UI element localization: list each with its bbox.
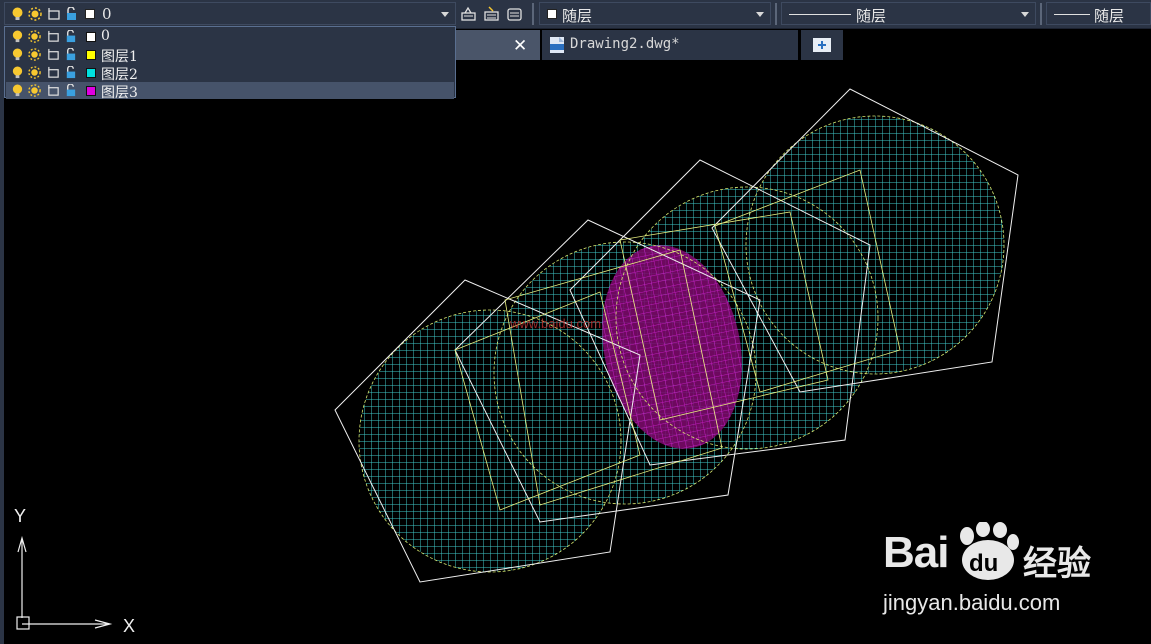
baidu-paw-text: du bbox=[969, 550, 999, 577]
lightbulb-icon[interactable] bbox=[11, 66, 24, 79]
layer-previous-icon[interactable] bbox=[460, 5, 477, 22]
canvas-watermark: www.baidu.com bbox=[509, 316, 601, 331]
line-sample bbox=[1054, 14, 1090, 15]
unlock-icon bbox=[67, 7, 76, 20]
layer-color-swatch bbox=[85, 9, 95, 19]
layer-name: 0 bbox=[101, 28, 110, 44]
layer-color-swatch bbox=[86, 86, 96, 96]
layer-combo[interactable]: 0 bbox=[4, 2, 456, 25]
sun-icon[interactable] bbox=[28, 30, 41, 43]
dwg-file-icon bbox=[550, 37, 564, 53]
toolbar-separator bbox=[532, 3, 534, 25]
ucs-x-label: X bbox=[123, 616, 135, 636]
chevron-down-icon[interactable] bbox=[756, 12, 764, 17]
print-icon[interactable] bbox=[47, 66, 60, 79]
tab-drawing1[interactable]: ✕ bbox=[456, 30, 540, 60]
sun-icon[interactable] bbox=[28, 84, 41, 97]
layer-name: 图层3 bbox=[101, 85, 138, 101]
layer-row[interactable]: 图层1 bbox=[6, 46, 454, 65]
toolbar-separator bbox=[775, 3, 777, 25]
tab-drawing2[interactable]: Drawing2.dwg* bbox=[542, 30, 798, 60]
current-layer-name: 0 bbox=[102, 5, 112, 23]
ucs-y-label: Y bbox=[14, 506, 26, 526]
chevron-down-icon[interactable] bbox=[441, 12, 449, 17]
sun-icon[interactable] bbox=[28, 66, 41, 79]
layer-state-icon[interactable] bbox=[506, 5, 523, 22]
baidu-product-text: 经验 bbox=[1023, 544, 1091, 584]
unlock-icon[interactable] bbox=[64, 66, 77, 79]
lightbulb-icon[interactable] bbox=[11, 84, 24, 97]
document-tabs: ✕ Drawing2.dwg* bbox=[456, 30, 1151, 60]
baidu-url-text: jingyan.baidu.com bbox=[883, 590, 1061, 615]
ucs-icon bbox=[16, 535, 113, 630]
layer-color-swatch bbox=[86, 50, 96, 60]
layer-row[interactable]: 图层2 bbox=[6, 64, 454, 83]
print-icon[interactable] bbox=[47, 84, 60, 97]
lightbulb-icon bbox=[12, 7, 23, 20]
layer-name: 图层2 bbox=[101, 67, 138, 83]
lineweight-value: 随层 bbox=[1094, 7, 1125, 25]
layer-color-swatch bbox=[86, 32, 96, 42]
print-icon[interactable] bbox=[47, 48, 60, 61]
print-icon bbox=[48, 8, 60, 20]
sun-icon bbox=[28, 7, 42, 21]
properties-toolbar: 0 随层 随层 随层 bbox=[0, 0, 1151, 29]
color-combo[interactable]: 随层 bbox=[539, 2, 771, 25]
color-value: 随层 bbox=[562, 7, 593, 25]
sun-icon[interactable] bbox=[28, 48, 41, 61]
unlock-icon[interactable] bbox=[64, 48, 77, 61]
close-icon[interactable]: ✕ bbox=[513, 36, 527, 56]
lightbulb-icon[interactable] bbox=[11, 48, 24, 61]
line-sample bbox=[789, 14, 851, 15]
unlock-icon[interactable] bbox=[64, 30, 77, 43]
new-tab-button[interactable] bbox=[801, 30, 843, 60]
make-current-icon[interactable] bbox=[483, 5, 500, 22]
layer-name: 图层1 bbox=[101, 49, 138, 65]
baidu-watermark: Bai du 经验 jingyan.baidu.com bbox=[883, 522, 1143, 618]
color-swatch bbox=[547, 9, 557, 19]
lightbulb-icon[interactable] bbox=[11, 30, 24, 43]
lineweight-combo[interactable]: 随层 bbox=[1046, 2, 1151, 25]
layer-color-swatch bbox=[86, 68, 96, 78]
add-icon bbox=[813, 38, 831, 52]
layer-dropdown-list: 0 图层1 图层2 图层3 bbox=[4, 26, 456, 101]
baidu-brand-text: Bai bbox=[883, 528, 949, 577]
layer-row[interactable]: 图层3 bbox=[6, 82, 454, 101]
print-icon[interactable] bbox=[47, 30, 60, 43]
toolbar-separator bbox=[1040, 3, 1042, 25]
unlock-icon[interactable] bbox=[64, 84, 77, 97]
layer-row[interactable]: 0 bbox=[6, 28, 454, 45]
tab-label: Drawing2.dwg* bbox=[570, 36, 680, 52]
linetype-value: 随层 bbox=[856, 7, 887, 25]
chevron-down-icon[interactable] bbox=[1021, 12, 1029, 17]
linetype-combo[interactable]: 随层 bbox=[781, 2, 1036, 25]
